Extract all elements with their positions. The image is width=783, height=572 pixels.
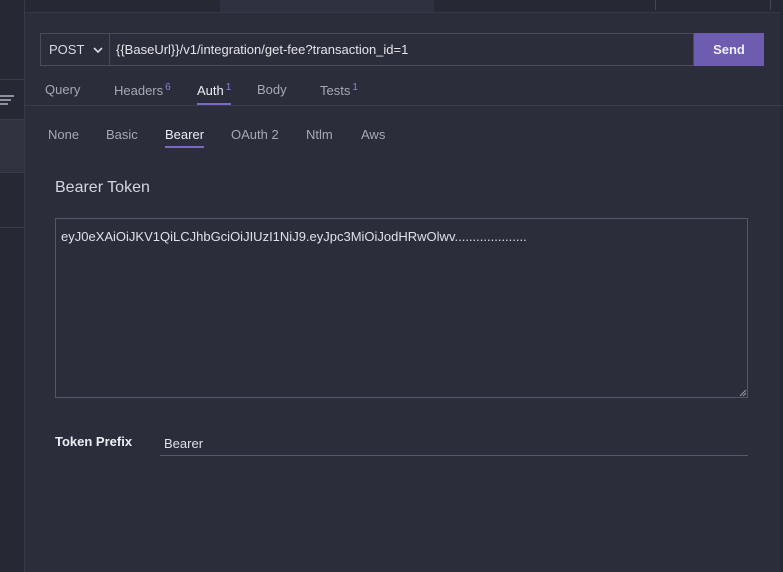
sidebar-divider [0, 227, 24, 228]
tab-label: Auth [197, 83, 224, 98]
tab-body[interactable]: Body [257, 82, 287, 97]
tab-label: Body [257, 82, 287, 97]
sidebar-selected-item[interactable] [0, 119, 24, 173]
tab-tests[interactable]: Tests 1 [320, 82, 358, 98]
auth-type-oauth2[interactable]: OAuth 2 [231, 127, 279, 142]
menu-icon[interactable] [0, 94, 14, 106]
url-bar: POST Send [40, 33, 764, 66]
tab-count-badge: 1 [352, 82, 358, 93]
tab-divider [770, 0, 771, 10]
resize-handle-icon[interactable] [739, 389, 747, 397]
send-button[interactable]: Send [694, 33, 764, 66]
api-client-window: POST Send Query Headers6 Auth1 Body Test… [0, 0, 783, 572]
token-prefix-label: Token Prefix [55, 434, 133, 449]
tab-label: Tests [320, 83, 351, 98]
sidebar-divider [0, 79, 24, 80]
tab-label: Query [45, 82, 81, 97]
auth-type-basic[interactable]: Basic [106, 127, 138, 142]
active-request-tab[interactable] [220, 0, 434, 12]
collection-sidebar [0, 0, 25, 572]
request-tabs: Query Headers 6 Auth 1 Body Tests 1 [24, 78, 783, 106]
tab-count-badge: 1 [225, 82, 232, 93]
bearer-token-input[interactable]: eyJ0eXAiOiJKV1QiLCJhbGciOiJIUzI1NiJ9.eyJ… [55, 218, 748, 398]
request-tab-strip [24, 0, 783, 13]
tab-headers[interactable]: Headers 6 [114, 82, 171, 98]
auth-type-bearer[interactable]: Bearer [165, 127, 205, 148]
auth-type-aws[interactable]: Aws [361, 127, 385, 142]
tab-query[interactable]: Query [45, 82, 80, 97]
tab-label: Headers [114, 83, 164, 98]
tab-divider [655, 0, 656, 10]
chevron-down-icon [93, 47, 103, 54]
method-value: POST [49, 42, 85, 57]
token-prefix-input[interactable] [160, 432, 748, 456]
auth-type-none[interactable]: None [48, 127, 79, 142]
auth-type-ntlm[interactable]: Ntlm [306, 127, 333, 142]
bearer-token-title: Bearer Token [55, 179, 150, 196]
method-select[interactable]: POST [40, 33, 109, 66]
url-input[interactable] [109, 33, 694, 66]
tab-count-badge: 6 [165, 82, 171, 93]
tab-auth[interactable]: Auth 1 [197, 82, 232, 105]
